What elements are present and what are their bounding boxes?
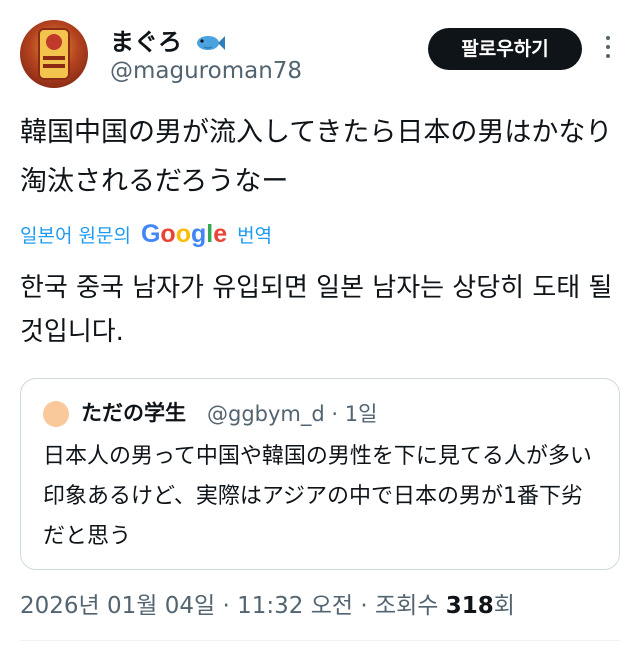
avatar-sign-bar: [43, 64, 65, 68]
follow-button[interactable]: 팔로우하기: [428, 28, 582, 70]
quote-handle-time: @ggbym_d · 1일: [207, 402, 378, 426]
views-suffix: 회: [493, 593, 515, 619]
display-name[interactable]: まぐろ: [110, 22, 226, 57]
translate-suffix: 번역: [237, 225, 273, 247]
tweet-text: 韓国中国の男が流入してきたら日本の男はかなり淘汰されるだろうなー: [20, 117, 613, 197]
quoted-tweet[interactable]: ただの学生 @ggbym_d · 1일 日本人の男って中国や韓国の男性を下に見て…: [20, 378, 620, 570]
quote-avatar: [43, 401, 69, 427]
display-name-text: まぐろ: [110, 28, 182, 56]
fish-icon: [197, 36, 226, 50]
tweet-header: まぐろ @maguroman78 팔로우하기: [20, 20, 620, 90]
translation-link[interactable]: 일본어 원문의 Google 번역: [20, 218, 272, 250]
avatar[interactable]: [20, 20, 88, 88]
avatar-sign-dot: [46, 34, 62, 50]
views-count: 318: [445, 593, 494, 619]
quote-text: 日本人の男って中国や韓国の男性を下に見てる人が多い印象あるけど、実際はアジアの中…: [43, 444, 592, 549]
timestamp-row: 2026년 01월 04일 · 11:32 오전 · 조회수 318회: [20, 586, 515, 620]
avatar-sign-bar: [43, 56, 65, 60]
translated-text: 한국 중국 남자가 유입되면 일본 남자는 상당히 도태 될 것입니다.: [20, 273, 613, 347]
divider: [20, 640, 620, 641]
timestamp[interactable]: 2026년 01월 04일 · 11:32 오전 · 조회수: [20, 593, 438, 619]
user-handle[interactable]: @maguroman78: [110, 58, 302, 84]
translate-prefix: 일본어 원문의: [20, 225, 131, 247]
quote-author-name: ただの学生: [81, 401, 186, 425]
google-logo: Google: [140, 220, 228, 248]
more-icon[interactable]: [602, 36, 614, 64]
